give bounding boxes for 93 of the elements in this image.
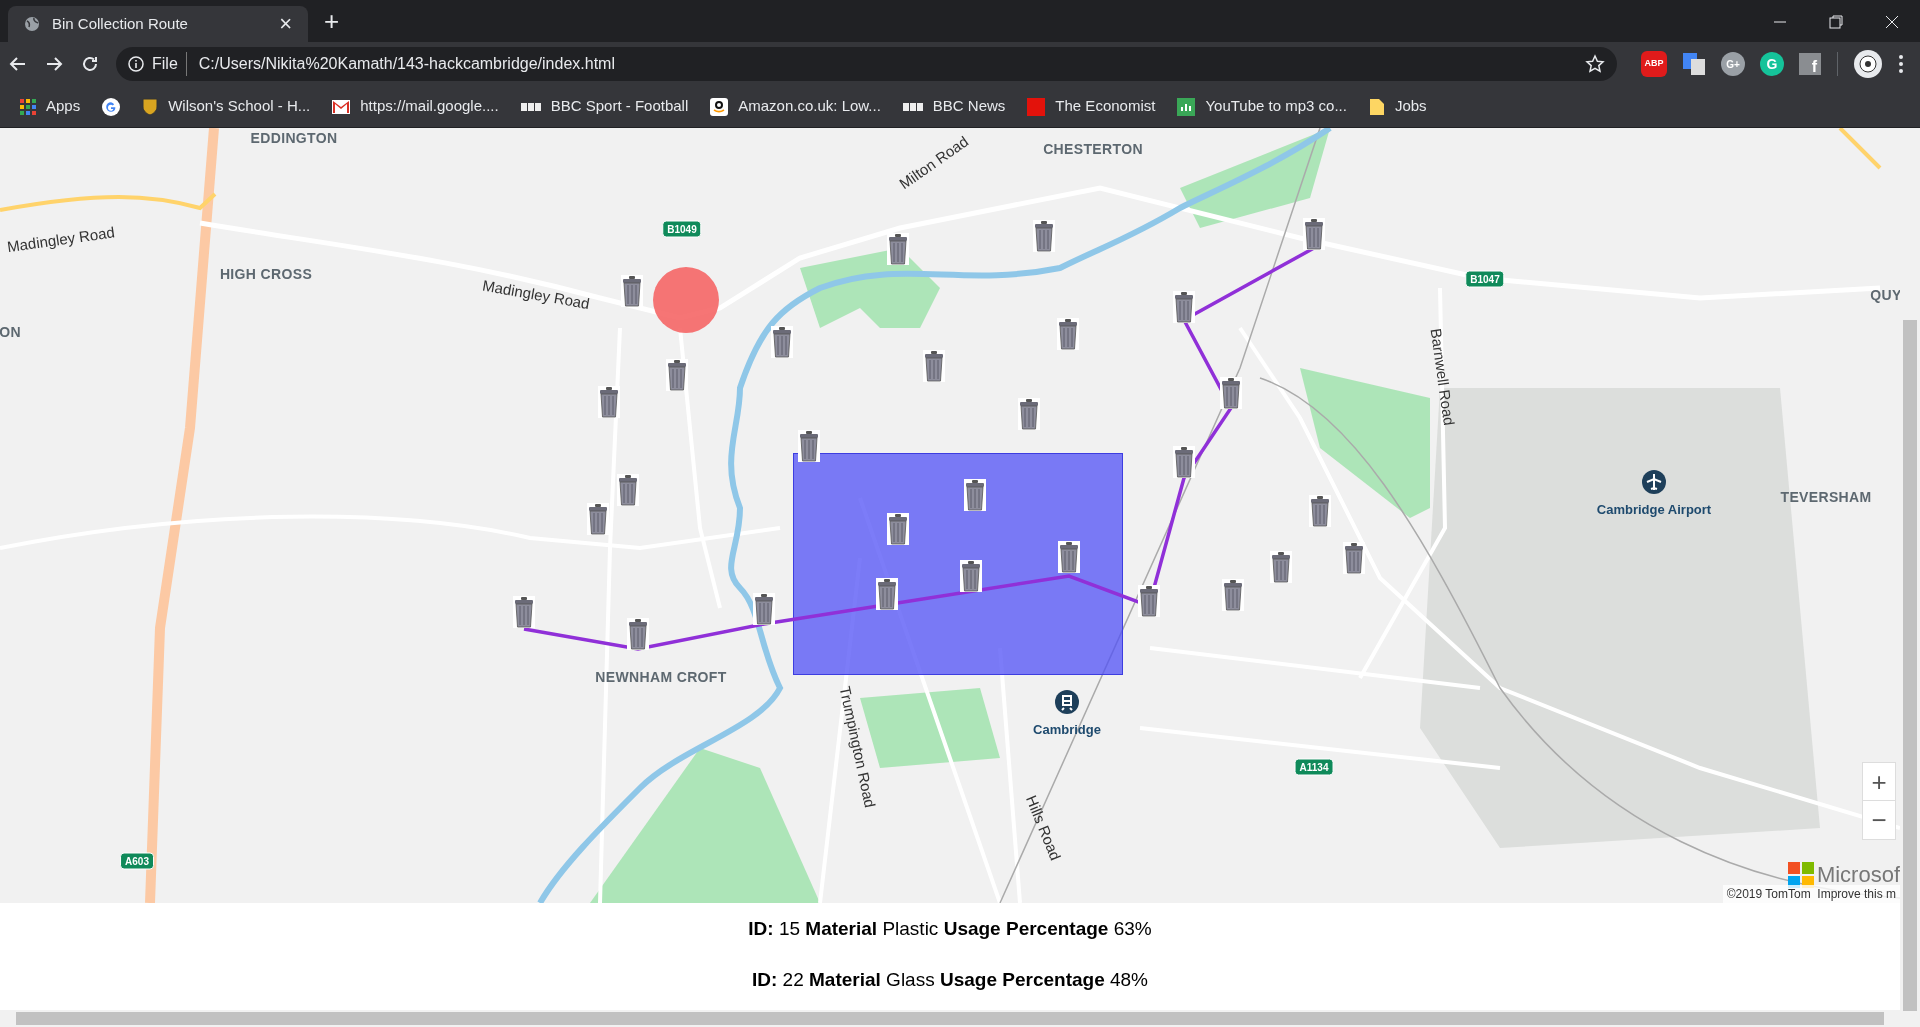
four-squares-logo-icon <box>1787 861 1814 888</box>
trash-bin-icon[interactable] <box>513 596 535 628</box>
trash-bin-icon[interactable] <box>887 233 909 265</box>
translate-icon[interactable] <box>1682 52 1706 76</box>
train-icon <box>1055 690 1079 714</box>
trash-bin-icon[interactable] <box>964 479 986 511</box>
area-label: EDDINGTON <box>250 128 338 148</box>
map-attribution: ©2019 TomTom Improve this m <box>1722 885 1900 903</box>
vertical-scrollbar[interactable] <box>1900 128 1920 1027</box>
scheme-label: File <box>152 52 187 76</box>
profile-avatar-icon[interactable] <box>1854 50 1882 78</box>
road-number-sign: B1047 <box>1465 270 1505 288</box>
trash-bin-icon[interactable] <box>1173 291 1195 323</box>
trash-bin-icon[interactable] <box>753 593 775 625</box>
road-number-sign: A603 <box>120 852 154 870</box>
trash-bin-icon[interactable] <box>1270 551 1292 583</box>
bookmark-link[interactable]: Wilson's School - H... <box>168 95 311 118</box>
bar-chart-icon <box>1177 97 1196 116</box>
envelope-icon <box>332 99 351 114</box>
google-logo-icon <box>102 97 121 116</box>
main-road <box>1838 128 1882 170</box>
blocks-logo-icon <box>902 102 923 111</box>
trash-bin-icon[interactable] <box>1220 377 1242 409</box>
horizontal-scrollbar[interactable] <box>0 1010 1900 1027</box>
trash-bin-icon[interactable] <box>621 275 643 307</box>
road-label: Hills Road <box>1022 792 1066 864</box>
area-label: NEWNHAM CROFT <box>595 667 727 687</box>
reload-icon[interactable] <box>80 54 100 74</box>
road-number-sign: A1134 <box>1294 758 1334 776</box>
close-tab-button[interactable]: × <box>279 13 292 35</box>
bookmark-link[interactable]: BBC News <box>932 95 1006 118</box>
bookmark-link[interactable]: The Economist <box>1055 95 1156 118</box>
trash-bin-icon[interactable] <box>1303 218 1325 250</box>
adblock-extension-button[interactable]: ABP <box>1641 51 1667 77</box>
area-label: HIGH CROSS <box>219 264 313 284</box>
place-label: Cambridge Airport <box>1596 501 1712 520</box>
trash-bin-icon[interactable] <box>798 430 820 462</box>
shield-icon <box>142 97 159 116</box>
area-label: TEVERSHAM <box>1780 487 1872 507</box>
tab-title: Bin Collection Route <box>52 13 189 34</box>
road-label: Trumpington Road <box>835 684 880 810</box>
new-tab-button[interactable]: + <box>324 8 340 34</box>
trash-bin-icon[interactable] <box>598 386 620 418</box>
restore-icon[interactable] <box>1828 14 1844 30</box>
browser-tab[interactable]: Bin Collection Route × <box>8 6 308 42</box>
bin-details-text: ID: 22 Material Glass Usage Percentage 48% <box>752 967 1148 992</box>
folder-icon <box>1368 97 1385 116</box>
apps-grid-icon <box>20 98 36 115</box>
zoom-in-button[interactable]: + <box>1863 763 1895 801</box>
bookmark-link[interactable]: YouTube to mp3 co... <box>1205 95 1347 118</box>
smile-logo-icon <box>710 97 729 116</box>
trash-bin-icon[interactable] <box>923 350 945 382</box>
trash-bin-icon[interactable] <box>666 359 688 391</box>
trash-bin-icon[interactable] <box>771 326 793 358</box>
trash-bin-icon[interactable] <box>1018 398 1040 430</box>
trash-bin-icon[interactable] <box>1309 495 1331 527</box>
trash-bin-icon[interactable] <box>627 618 649 650</box>
star-icon[interactable] <box>1585 54 1605 74</box>
blocks-logo-icon <box>520 102 541 111</box>
trash-bin-icon[interactable] <box>1057 318 1079 350</box>
trash-bin-icon[interactable] <box>1222 579 1244 611</box>
trash-bin-icon[interactable] <box>1033 220 1055 252</box>
road-label: Madingley Road <box>480 275 592 315</box>
trash-bin-icon[interactable] <box>1138 585 1160 617</box>
airplane-icon <box>1642 470 1666 494</box>
address-bar[interactable]: File C:/Users/Nikita%20Kamath/143-hackcambridge/index.html <box>116 47 1617 81</box>
road-number-sign: B1049 <box>662 220 702 238</box>
url-text: C:/Users/Nikita%20Kamath/143-hackcambridge/index.html <box>197 54 616 74</box>
trash-bin-icon[interactable] <box>1058 541 1080 573</box>
bookmark-link[interactable]: BBC Sport - Football <box>550 95 689 118</box>
road-label: Barnwell Road <box>1426 327 1459 427</box>
trash-bin-icon[interactable] <box>960 560 982 592</box>
bookmark-link[interactable]: Apps <box>46 95 81 118</box>
road-label: Madingley Road <box>5 222 117 258</box>
trash-bin-icon[interactable] <box>887 513 909 545</box>
bookmark-link[interactable]: Jobs <box>1394 95 1427 118</box>
area-label: CHESTERTON <box>1043 139 1143 159</box>
trash-bin-icon[interactable] <box>876 578 898 610</box>
trash-bin-icon[interactable] <box>587 503 609 535</box>
bookmark-link[interactable]: Amazon.co.uk: Low... <box>738 95 881 118</box>
bookmark-link[interactable]: https://mail.google.... <box>360 95 499 118</box>
close-icon[interactable] <box>1884 14 1900 30</box>
menu-icon[interactable] <box>1898 54 1904 74</box>
zoom-out-button[interactable]: − <box>1863 801 1895 839</box>
trash-bin-icon[interactable] <box>1173 446 1195 478</box>
globe-icon <box>24 16 40 32</box>
square-icon <box>1027 97 1046 116</box>
place-label: Cambridge <box>1033 721 1101 740</box>
trash-bin-icon[interactable] <box>1343 542 1365 574</box>
area-label: ON <box>0 322 21 342</box>
info-icon <box>128 56 144 72</box>
trash-bin-icon[interactable] <box>617 474 639 506</box>
bin-details-text: ID: 15 Material Plastic Usage Percentage 63% <box>748 917 1152 941</box>
